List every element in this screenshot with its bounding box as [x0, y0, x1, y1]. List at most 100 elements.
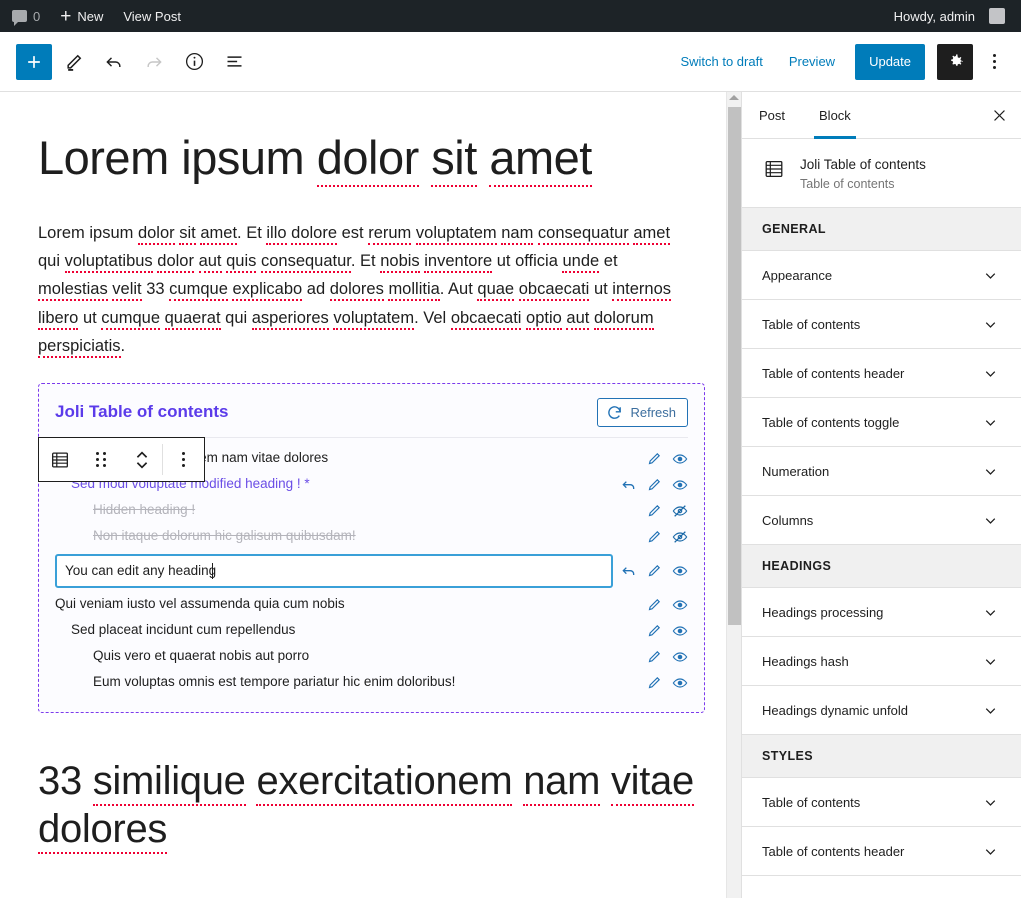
chevron-down-icon[interactable] — [982, 794, 999, 811]
settings-sidebar: Post Block Joli Table of contents Table … — [741, 92, 1021, 898]
chevron-down-icon[interactable] — [982, 463, 999, 480]
sidebar-panel-label: Appearance — [762, 267, 833, 283]
canvas-scrollbar[interactable] — [726, 92, 741, 898]
scroll-up-arrow-icon[interactable] — [729, 95, 739, 100]
drag-handle-button[interactable] — [80, 438, 121, 481]
edit-icon[interactable] — [647, 649, 662, 664]
sidebar-panel-label: Table of contents header — [762, 843, 905, 859]
toc-heading-edit-input[interactable] — [55, 553, 613, 588]
editor-header: Switch to draft Preview Update — [0, 32, 1021, 92]
avatar — [989, 8, 1005, 24]
edit-icon[interactable] — [647, 529, 662, 544]
sidebar-panel-label: Table of contents — [762, 316, 861, 332]
toc-row-label: Sed placeat incidunt cum repellendus — [71, 622, 296, 638]
visible-eye-icon[interactable] — [672, 649, 688, 665]
edit-icon[interactable] — [647, 597, 662, 612]
info-icon[interactable] — [176, 44, 212, 80]
visible-eye-icon[interactable] — [672, 477, 688, 493]
undo-icon[interactable] — [621, 563, 637, 579]
add-block-button[interactable] — [16, 43, 52, 80]
edit-icon[interactable] — [647, 503, 662, 518]
admin-bar-new[interactable]: + New — [50, 0, 113, 32]
sidebar-panel-headings-processing[interactable]: Headings processing — [742, 588, 1021, 637]
sidebar-panel-table-of-contents[interactable]: Table of contents — [742, 300, 1021, 349]
toc-row-actions — [615, 675, 688, 691]
toc-row: Non itaque dolorum hic galisum quibusdam… — [55, 524, 688, 550]
edit-icon[interactable] — [647, 563, 662, 578]
block-toolbar — [38, 437, 205, 482]
move-block-button[interactable] — [121, 438, 162, 481]
tab-block[interactable]: Block — [802, 92, 868, 139]
list-view-icon[interactable] — [216, 44, 252, 80]
scrollbar-thumb[interactable] — [728, 107, 741, 625]
visible-eye-icon[interactable] — [672, 623, 688, 639]
sidebar-panel-label: Headings hash — [762, 653, 849, 669]
block-type-button[interactable] — [39, 438, 80, 481]
block-options-button[interactable] — [163, 438, 204, 481]
chevron-down-icon[interactable] — [982, 702, 999, 719]
hidden-eye-icon[interactable] — [672, 503, 688, 519]
admin-bar-view-post[interactable]: View Post — [113, 0, 191, 32]
post-paragraph[interactable]: Lorem ipsum dolor sit amet. Et illo dolo… — [38, 219, 690, 361]
undo-icon[interactable] — [96, 44, 132, 80]
visible-eye-icon[interactable] — [672, 451, 688, 467]
tab-post[interactable]: Post — [742, 92, 802, 138]
edit-icon[interactable] — [647, 623, 662, 638]
refresh-label: Refresh — [630, 404, 676, 420]
sidebar-panel-label: Table of contents header — [762, 365, 905, 381]
page-title[interactable]: Lorem ipsum dolor sit amet — [38, 131, 705, 187]
joli-toc-block[interactable]: Joli Table of contents Refresh 33 simili… — [38, 382, 705, 713]
edit-icon[interactable] — [647, 451, 662, 466]
tab-block-label: Block — [819, 107, 851, 123]
sidebar-panel-label: Headings processing — [762, 604, 884, 620]
toc-row-actions — [613, 563, 688, 579]
sidebar-panel-headings-dynamic-unfold[interactable]: Headings dynamic unfold — [742, 686, 1021, 735]
chevron-down-icon[interactable] — [982, 267, 999, 284]
sidebar-tabs: Post Block — [742, 92, 1021, 139]
redo-icon[interactable] — [136, 44, 172, 80]
sidebar-panel-label: Table of contents toggle — [762, 414, 900, 430]
visible-eye-icon[interactable] — [672, 597, 688, 613]
toc-row-label: Eum voluptas omnis est tempore pariatur … — [93, 674, 456, 690]
chevron-down-icon[interactable] — [982, 604, 999, 621]
plus-icon: + — [60, 5, 72, 27]
chevron-down-icon[interactable] — [982, 653, 999, 670]
post-heading-2[interactable]: 33 similique exercitationem nam vitae do… — [38, 757, 705, 854]
more-options-button[interactable] — [979, 44, 1009, 80]
sidebar-panel-table-of-contents-toggle[interactable]: Table of contents toggle — [742, 398, 1021, 447]
visible-eye-icon[interactable] — [672, 563, 688, 579]
edit-icon[interactable] — [647, 477, 662, 492]
refresh-button[interactable]: Refresh — [597, 397, 688, 427]
admin-bar-comments[interactable]: 0 — [0, 0, 50, 32]
toc-row-label: Hidden heading ! — [93, 502, 196, 518]
settings-gear-button[interactable] — [937, 43, 973, 80]
toc-row-actions — [615, 623, 688, 639]
howdy-label: Howdy, admin — [893, 8, 975, 24]
switch-to-draft-button[interactable]: Switch to draft — [670, 48, 772, 75]
tools-pencil-icon[interactable] — [56, 44, 92, 80]
chevron-down-icon[interactable] — [982, 316, 999, 333]
chevron-down-icon[interactable] — [982, 365, 999, 382]
update-button[interactable]: Update — [855, 43, 925, 80]
block-card-title: Joli Table of contents — [800, 157, 926, 172]
undo-icon[interactable] — [621, 477, 637, 493]
chevron-down-icon[interactable] — [982, 414, 999, 431]
sidebar-panel-numeration[interactable]: Numeration — [742, 447, 1021, 496]
sidebar-panel-table-of-contents-header[interactable]: Table of contents header — [742, 827, 1021, 876]
sidebar-panel-appearance[interactable]: Appearance — [742, 251, 1021, 300]
edit-icon[interactable] — [647, 675, 662, 690]
sidebar-panel-columns[interactable]: Columns — [742, 496, 1021, 545]
sidebar-panel-table-of-contents[interactable]: Table of contents — [742, 778, 1021, 827]
close-sidebar-button[interactable] — [977, 92, 1021, 138]
toc-row-actions — [615, 649, 688, 665]
sidebar-section-title: GENERAL — [742, 208, 1021, 251]
sidebar-panel-headings-hash[interactable]: Headings hash — [742, 637, 1021, 686]
chevron-down-icon[interactable] — [982, 512, 999, 529]
chevron-down-icon[interactable] — [982, 843, 999, 860]
toc-row-label: Qui veniam iusto vel assumenda quia cum … — [55, 596, 345, 612]
admin-bar-account[interactable]: Howdy, admin — [872, 0, 1015, 32]
sidebar-panel-table-of-contents-header[interactable]: Table of contents header — [742, 349, 1021, 398]
visible-eye-icon[interactable] — [672, 675, 688, 691]
hidden-eye-icon[interactable] — [672, 529, 688, 545]
preview-button[interactable]: Preview — [779, 48, 845, 75]
